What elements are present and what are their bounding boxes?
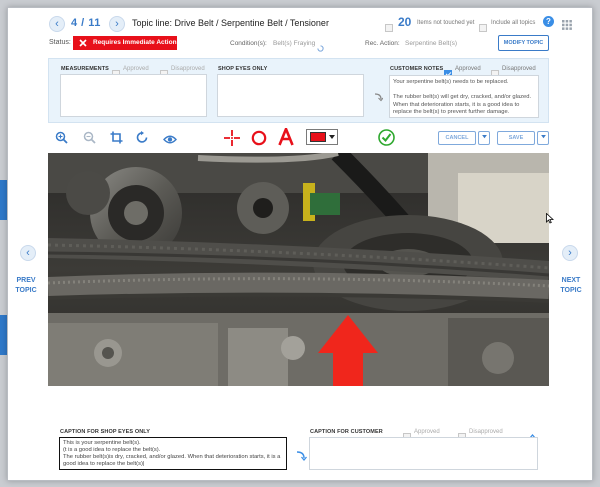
next-topic-line2: TOPIC — [560, 287, 582, 294]
crop-icon[interactable] — [110, 131, 123, 149]
conditions-value: Belt(s) Fraying — [273, 40, 316, 47]
modify-topic-button[interactable]: MODIFY TOPIC — [498, 35, 549, 51]
topic-line-title: Topic line: Drive Belt / Serpentine Belt… — [132, 18, 329, 28]
status-badge[interactable]: Requires Immediate Action — [73, 36, 177, 50]
prev-topic-button[interactable]: ‹ — [20, 245, 36, 261]
cursor-icon — [546, 211, 555, 229]
status-badge-text: Requires Immediate Action — [93, 39, 177, 46]
conditions-label: Condition(s): — [230, 40, 267, 47]
prev-item-button[interactable]: ‹ — [49, 16, 65, 32]
crosshair-icon[interactable] — [224, 130, 240, 151]
eye-icon[interactable] — [163, 132, 177, 150]
cancel-dropdown-button[interactable] — [478, 131, 490, 145]
color-swatch — [310, 132, 326, 142]
prev-topic-label[interactable]: PREV TOPIC — [11, 276, 41, 296]
status-label: Status: — [49, 39, 71, 46]
customer-caption-label: CAPTION FOR CUSTOMER — [310, 429, 383, 435]
chevron-down-icon — [329, 135, 335, 139]
measurements-approved-label: Approved — [123, 66, 149, 72]
close-x-icon — [79, 39, 87, 47]
rotate-icon[interactable] — [136, 131, 149, 149]
untouched-checkbox[interactable] — [385, 19, 393, 37]
next-topic-button[interactable]: › — [562, 245, 578, 261]
zoom-in-icon[interactable] — [55, 131, 68, 149]
customer-notes-label: CUSTOMER NOTES — [390, 66, 444, 72]
include-all-label: Include all topics — [491, 20, 536, 26]
caption-disapproved-label: Disapproved — [469, 429, 503, 435]
include-all-checkbox[interactable] — [479, 19, 487, 37]
text-tool-icon[interactable] — [278, 125, 294, 151]
copy-arrow-icon[interactable] — [373, 89, 384, 107]
prev-topic-line2: TOPIC — [15, 287, 37, 294]
item-counter: 4 / 11 — [71, 17, 101, 29]
customer-approved-label: Approved — [455, 66, 481, 72]
save-button[interactable]: SAVE — [497, 131, 535, 145]
cancel-button[interactable]: CANCEL — [438, 131, 476, 145]
shop-caption-label: CAPTION FOR SHOP EYES ONLY — [60, 429, 151, 435]
notes-panel: MEASUREMENTS Approved Disapproved SHOP E… — [48, 58, 549, 123]
rec-action-value: Serpentine Belt(s) — [405, 40, 458, 47]
circle-tool-icon[interactable] — [251, 130, 267, 151]
measurements-label: MEASUREMENTS — [61, 66, 109, 72]
chevron-down-icon — [481, 135, 487, 139]
measurements-input[interactable] — [60, 74, 207, 117]
prev-topic-line1: PREV — [16, 277, 36, 284]
customer-notes-input[interactable]: Your serpentine belt(s) needs to be repl… — [389, 75, 539, 118]
rec-action-label: Rec. Action: — [365, 40, 400, 47]
shop-caption-input[interactable]: This is your serpentine belt(s). (t is a… — [59, 437, 287, 470]
save-dropdown-button[interactable] — [537, 131, 549, 145]
untouched-count: 20 — [398, 15, 412, 29]
shop-eyes-label: SHOP EYES ONLY — [218, 66, 268, 72]
untouched-label: Items not touched yet — [417, 20, 475, 26]
shop-eyes-input[interactable] — [217, 74, 364, 117]
next-topic-line1: NEXT — [561, 277, 581, 284]
next-topic-label[interactable]: NEXT TOPIC — [556, 276, 586, 296]
next-item-button[interactable]: › — [109, 16, 125, 32]
topic-editor-modal: ‹ 4 / 11 › Topic line: Drive Belt / Serp… — [7, 7, 593, 481]
copy-caption-arrow-icon[interactable] — [295, 449, 307, 467]
caption-approved-label: Approved — [414, 429, 440, 435]
grid-menu-icon[interactable] — [562, 17, 572, 35]
color-picker-select[interactable] — [306, 129, 338, 145]
checkmark-icon[interactable] — [378, 129, 395, 151]
engine-photo-image — [48, 153, 549, 386]
measurements-disapproved-label: Disapproved — [171, 66, 205, 72]
conditions-spinner-icon — [317, 39, 324, 57]
zoom-out-icon[interactable] — [83, 131, 96, 149]
inspection-photo[interactable] — [48, 153, 549, 386]
help-icon[interactable]: ? — [543, 16, 554, 27]
customer-disapproved-label: Disapproved — [502, 66, 536, 72]
chevron-down-icon — [540, 135, 546, 139]
customer-caption-input[interactable] — [309, 437, 538, 470]
